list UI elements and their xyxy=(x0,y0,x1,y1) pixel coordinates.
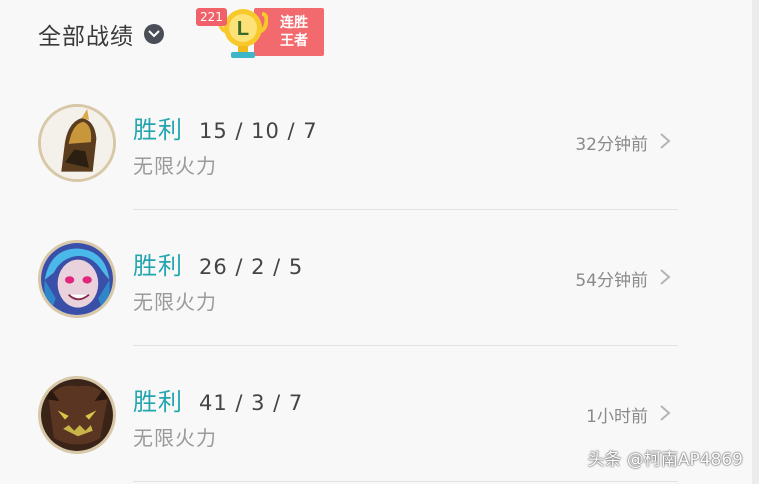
win-streak-badge[interactable]: 221 L 连胜 王者 xyxy=(196,4,328,62)
match-result: 胜利 xyxy=(133,116,183,144)
kda-score: 26 / 2 / 5 xyxy=(199,255,304,279)
kda-score: 15 / 10 / 7 xyxy=(199,119,318,143)
chevron-right-icon xyxy=(660,133,671,149)
match-row[interactable]: 胜利 26 / 2 / 5 无限火力 54分钟前 xyxy=(0,210,752,346)
match-time: 1小时前 xyxy=(586,407,648,427)
chevron-down-icon xyxy=(148,30,160,38)
result-line: 胜利 15 / 10 / 7 xyxy=(133,110,318,145)
champion-avatar xyxy=(38,240,116,318)
header: 全部战绩 xyxy=(38,14,164,54)
badge-count: 221 xyxy=(196,8,227,26)
match-result: 胜利 xyxy=(133,252,183,280)
game-mode: 无限火力 xyxy=(133,290,217,314)
ribbon-line-1: 连胜 xyxy=(280,15,308,31)
ribbon-line-2: 王者 xyxy=(280,33,308,49)
match-time: 54分钟前 xyxy=(575,271,648,291)
chevron-right-icon xyxy=(660,269,671,285)
champion-gold-armored-icon xyxy=(41,107,113,179)
watermark: 头条 @柯南AP4869 xyxy=(587,450,743,470)
result-line: 胜利 26 / 2 / 5 xyxy=(133,246,303,281)
page-title: 全部战绩 xyxy=(38,24,134,50)
trophy-letter: L xyxy=(237,18,249,40)
divider xyxy=(133,481,678,482)
champion-blue-haired-icon xyxy=(41,243,113,315)
game-mode: 无限火力 xyxy=(133,154,217,178)
match-time: 32分钟前 xyxy=(575,135,648,155)
match-history-panel: 全部战绩 221 L 连胜 王者 胜利 15 / 10 / 7 无限火力 32分… xyxy=(0,0,752,484)
match-row[interactable]: 胜利 15 / 10 / 7 无限火力 32分钟前 xyxy=(0,74,752,210)
game-mode: 无限火力 xyxy=(133,426,217,450)
filter-dropdown-button[interactable] xyxy=(144,24,164,44)
match-result: 胜利 xyxy=(133,388,183,416)
champion-dark-demon-icon xyxy=(41,379,113,451)
kda-score: 41 / 3 / 7 xyxy=(199,391,304,415)
result-line: 胜利 41 / 3 / 7 xyxy=(133,382,303,417)
champion-avatar xyxy=(38,104,116,182)
scrollbar-track[interactable] xyxy=(752,0,759,484)
champion-avatar xyxy=(38,376,116,454)
chevron-right-icon xyxy=(660,405,671,421)
